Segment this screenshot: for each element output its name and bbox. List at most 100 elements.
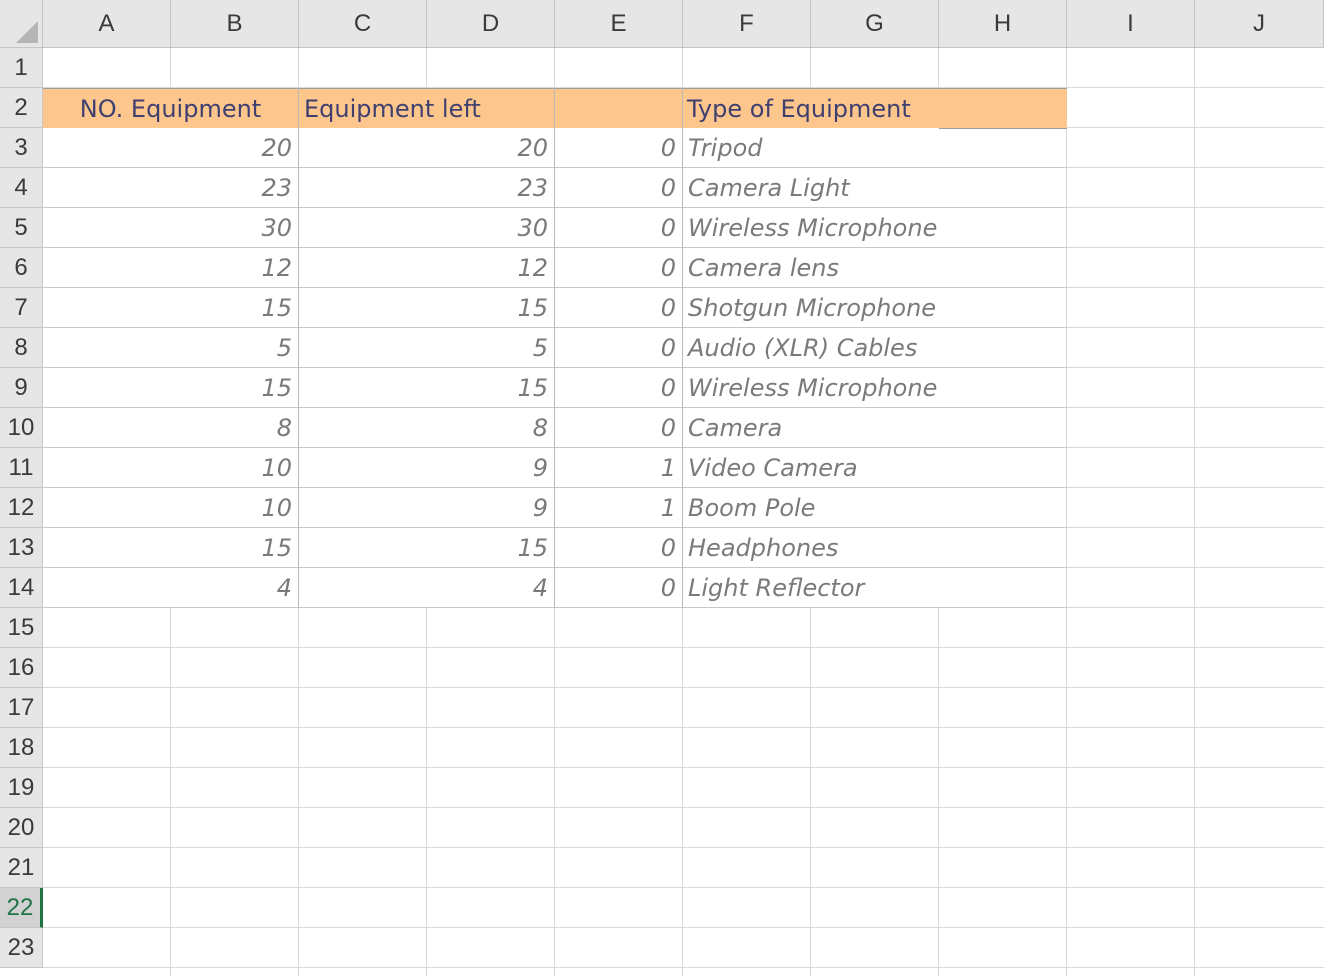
cell-no-equipment[interactable]: 8 (43, 408, 298, 448)
cell-type-of-equipment[interactable]: Headphones (683, 528, 939, 568)
gridline-vertical (1066, 48, 1067, 976)
row-header-1[interactable]: 1 (0, 48, 43, 88)
gridline-horizontal (43, 967, 1324, 968)
cell-type-of-equipment[interactable]: Wireless Microphone (683, 368, 939, 408)
cell-equipment-left[interactable]: 30 (299, 208, 554, 248)
row-header-17[interactable]: 17 (0, 688, 43, 728)
gridline-horizontal (43, 887, 1324, 888)
cell-difference[interactable]: 0 (555, 368, 682, 408)
column-header-i[interactable]: I (1067, 0, 1195, 48)
cell-type-of-equipment[interactable]: Shotgun Microphone (683, 288, 939, 328)
column-header-b[interactable]: B (171, 0, 299, 48)
column-header-a[interactable]: A (43, 0, 171, 48)
row-header-7[interactable]: 7 (0, 288, 43, 328)
row-header-10[interactable]: 10 (0, 408, 43, 448)
header-equipment-left[interactable]: Equipment left (299, 89, 554, 129)
cell-difference[interactable]: 1 (555, 488, 682, 528)
cell-equipment-left[interactable]: 15 (299, 288, 554, 328)
row-header-5[interactable]: 5 (0, 208, 43, 248)
column-header-h[interactable]: H (939, 0, 1067, 48)
cell-equipment-left[interactable]: 20 (299, 128, 554, 168)
row-header-18[interactable]: 18 (0, 728, 43, 768)
row-header-23[interactable]: 23 (0, 928, 43, 968)
cell-difference[interactable]: 0 (555, 568, 682, 608)
column-header-j[interactable]: J (1195, 0, 1324, 48)
row-header-14[interactable]: 14 (0, 568, 43, 608)
row-header-4[interactable]: 4 (0, 168, 43, 208)
column-header-e[interactable]: E (555, 0, 683, 48)
column-header-f[interactable]: F (683, 0, 811, 48)
row-header-15[interactable]: 15 (0, 608, 43, 648)
gridline-horizontal (43, 807, 1324, 808)
cell-no-equipment[interactable]: 5 (43, 328, 298, 368)
cell-type-of-equipment[interactable]: Tripod (683, 128, 939, 168)
header-e-cell[interactable] (555, 89, 682, 129)
cell-type-of-equipment[interactable]: Camera Light (683, 168, 939, 208)
select-all-triangle-icon (16, 21, 38, 43)
cell-difference[interactable]: 0 (555, 528, 682, 568)
cell-no-equipment[interactable]: 10 (43, 448, 298, 488)
cell-difference[interactable]: 0 (555, 208, 682, 248)
cell-type-of-equipment[interactable]: Light Reflector (683, 568, 939, 608)
row-header-13[interactable]: 13 (0, 528, 43, 568)
cell-type-of-equipment[interactable]: Video Camera (683, 448, 939, 488)
cell-equipment-left[interactable]: 4 (299, 568, 554, 608)
gridline-vertical (1194, 48, 1195, 976)
cell-no-equipment[interactable]: 15 (43, 288, 298, 328)
row-header-2[interactable]: 2 (0, 88, 43, 128)
header-type-of-equipment[interactable]: Type of Equipment (683, 89, 1067, 129)
spreadsheet-grid: ABCDEFGHIJ 1 2 3 4 5 6 7 8 9 10 11 12 13 14 15 16 17 18 19… (0, 0, 1324, 976)
cell-type-of-equipment[interactable]: Boom Pole (683, 488, 939, 528)
cell-equipment-left[interactable]: 12 (299, 248, 554, 288)
row-header-9[interactable]: 9 (0, 368, 43, 408)
gridline-horizontal (43, 927, 1324, 928)
cell-no-equipment[interactable]: 15 (43, 528, 298, 568)
gridline-horizontal (43, 847, 1324, 848)
header-no-equipment[interactable]: NO. Equipment (43, 89, 298, 129)
cell-equipment-left[interactable]: 23 (299, 168, 554, 208)
cell-difference[interactable]: 0 (555, 128, 682, 168)
gridline-horizontal (43, 727, 1324, 728)
cell-type-of-equipment[interactable]: Camera (683, 408, 939, 448)
row-header-3[interactable]: 3 (0, 128, 43, 168)
column-header-c[interactable]: C (299, 0, 427, 48)
row-header-20[interactable]: 20 (0, 808, 43, 848)
row-header-21[interactable]: 21 (0, 848, 43, 888)
cell-no-equipment[interactable]: 20 (43, 128, 298, 168)
row-header-19[interactable]: 19 (0, 768, 43, 808)
cell-no-equipment[interactable]: 4 (43, 568, 298, 608)
row-header-8[interactable]: 8 (0, 328, 43, 368)
cell-equipment-left[interactable]: 8 (299, 408, 554, 448)
gridline-horizontal (43, 767, 1324, 768)
column-header-d[interactable]: D (427, 0, 555, 48)
cell-no-equipment[interactable]: 15 (43, 368, 298, 408)
cell-equipment-left[interactable]: 15 (299, 368, 554, 408)
cell-no-equipment[interactable]: 30 (43, 208, 298, 248)
cell-difference[interactable]: 0 (555, 248, 682, 288)
cell-no-equipment[interactable]: 23 (43, 168, 298, 208)
gridline-horizontal (43, 647, 1324, 648)
cell-difference[interactable]: 0 (555, 328, 682, 368)
table-column-divider (554, 128, 555, 608)
cell-no-equipment[interactable]: 12 (43, 248, 298, 288)
row-header-22[interactable]: 22 (0, 888, 43, 928)
cell-equipment-left[interactable]: 15 (299, 528, 554, 568)
cell-difference[interactable]: 1 (555, 448, 682, 488)
cell-equipment-left[interactable]: 5 (299, 328, 554, 368)
cell-difference[interactable]: 0 (555, 408, 682, 448)
cell-difference[interactable]: 0 (555, 288, 682, 328)
cell-difference[interactable]: 0 (555, 168, 682, 208)
row-header-16[interactable]: 16 (0, 648, 43, 688)
row-header-6[interactable]: 6 (0, 248, 43, 288)
cell-equipment-left[interactable]: 9 (299, 488, 554, 528)
select-all-button[interactable] (0, 0, 43, 48)
cell-no-equipment[interactable]: 10 (43, 488, 298, 528)
column-header-g[interactable]: G (811, 0, 939, 48)
cell-equipment-left[interactable]: 9 (299, 448, 554, 488)
cell-type-of-equipment[interactable]: Wireless Microphone (683, 208, 939, 248)
cell-type-of-equipment[interactable]: Camera lens (683, 248, 939, 288)
gridline-horizontal (43, 687, 1324, 688)
row-header-12[interactable]: 12 (0, 488, 43, 528)
cell-type-of-equipment[interactable]: Audio (XLR) Cables (683, 328, 939, 368)
row-header-11[interactable]: 11 (0, 448, 43, 488)
